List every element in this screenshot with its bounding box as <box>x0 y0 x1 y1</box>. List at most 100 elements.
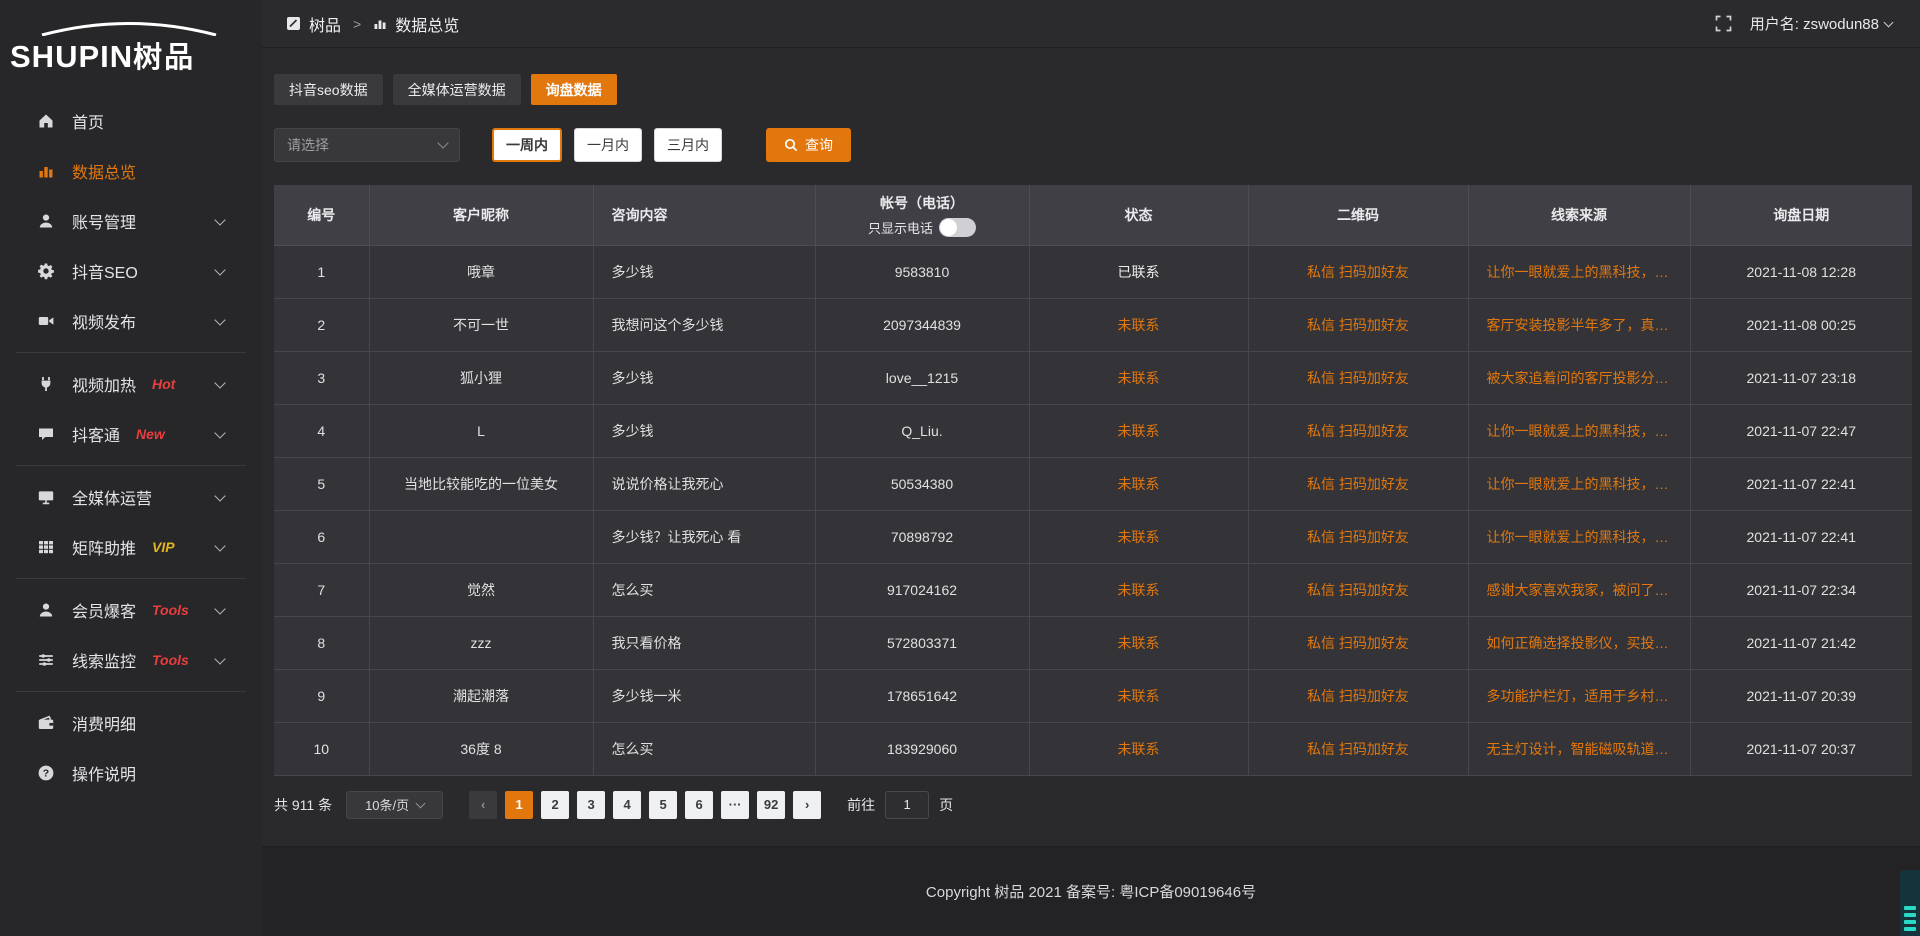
prev-page-button[interactable]: ‹ <box>469 791 497 819</box>
table-row: 4 L 多少钱 Q_Liu. 未联系 私信 扫码加好友 让你一眼就爱上的黑科技，… <box>274 404 1912 457</box>
page-button-1[interactable]: 1 <box>505 791 533 819</box>
chevron-down-icon <box>437 137 448 148</box>
tab-inquiry-data[interactable]: 询盘数据 <box>531 74 617 105</box>
cell-source-link[interactable]: 如何正确选择投影仪，买投影... <box>1468 616 1690 669</box>
phone-only-toggle[interactable] <box>939 218 976 237</box>
table-row: 5 当地比较能吃的一位美女 说说价格让我死心 50534380 未联系 私信 扫… <box>274 457 1912 510</box>
tab-douyin-seo-data[interactable]: 抖音seo数据 <box>274 74 383 105</box>
col-header-no: 编号 <box>274 185 369 245</box>
content-area: 抖音seo数据 全媒体运营数据 询盘数据 请选择 一周内 一月内 三月内 查询 … <box>262 48 1920 846</box>
vip-badge: VIP <box>152 539 175 555</box>
sidebar-item-omni-media[interactable]: 全媒体运营 <box>0 472 262 522</box>
cell-status: 未联系 <box>1029 457 1248 510</box>
page-button-2[interactable]: 2 <box>541 791 569 819</box>
next-page-button[interactable]: › <box>793 791 821 819</box>
sidebar-item-label: 矩阵助推 <box>72 535 136 559</box>
page-button-6[interactable]: 6 <box>685 791 713 819</box>
floating-widget[interactable] <box>1900 870 1920 936</box>
table-row: 7 觉然 怎么买 917024162 未联系 私信 扫码加好友 感谢大家喜欢我家… <box>274 563 1912 616</box>
sliders-icon <box>36 651 56 669</box>
cell-qrcode-link[interactable]: 私信 扫码加好友 <box>1248 351 1468 404</box>
plug-icon <box>36 375 56 393</box>
filter-select[interactable]: 请选择 <box>274 128 460 162</box>
tab-omni-media-data[interactable]: 全媒体运营数据 <box>393 74 521 105</box>
logo-text-en: SHUPIN <box>10 39 133 74</box>
sidebar-item-video-heating[interactable]: 视频加热 Hot <box>0 359 262 409</box>
page-button-5[interactable]: 5 <box>649 791 677 819</box>
sidebar-item-member-burst[interactable]: 会员爆客 Tools <box>0 585 262 635</box>
page-ellipsis-button[interactable]: ··· <box>721 791 749 819</box>
cell-qrcode-link[interactable]: 私信 扫码加好友 <box>1248 457 1468 510</box>
sidebar-item-account-management[interactable]: 账号管理 <box>0 196 262 246</box>
tools-badge: Tools <box>152 602 189 618</box>
cell-qrcode-link[interactable]: 私信 扫码加好友 <box>1248 404 1468 457</box>
cell-source-link[interactable]: 让你一眼就爱上的黑科技，能... <box>1468 457 1690 510</box>
sidebar-item-data-overview[interactable]: 数据总览 <box>0 146 262 196</box>
cell-nickname: zzz <box>369 616 593 669</box>
chevron-down-icon <box>1884 17 1894 27</box>
app-logo: SHUPIN树品 <box>0 10 262 82</box>
cell-qrcode-link[interactable]: 私信 扫码加好友 <box>1248 616 1468 669</box>
cell-qrcode-link[interactable]: 私信 扫码加好友 <box>1248 669 1468 722</box>
page-button-4[interactable]: 4 <box>613 791 641 819</box>
page-button-92[interactable]: 92 <box>757 791 785 819</box>
cell-date: 2021-11-07 22:41 <box>1690 457 1912 510</box>
col-header-source: 线索来源 <box>1468 185 1690 245</box>
period-quarter-button[interactable]: 三月内 <box>654 128 722 162</box>
filter-select-placeholder: 请选择 <box>287 135 329 155</box>
cell-no: 3 <box>274 351 369 404</box>
sidebar-item-matrix-boost[interactable]: 矩阵助推 VIP <box>0 522 262 572</box>
cell-qrcode-link[interactable]: 私信 扫码加好友 <box>1248 510 1468 563</box>
cell-source-link[interactable]: 让你一眼就爱上的黑科技，能... <box>1468 245 1690 298</box>
cell-no: 1 <box>274 245 369 298</box>
cell-qrcode-link[interactable]: 私信 扫码加好友 <box>1248 722 1468 775</box>
page-size-value: 10条/页 <box>365 795 409 814</box>
cell-qrcode-link[interactable]: 私信 扫码加好友 <box>1248 563 1468 616</box>
col-header-nickname: 客户昵称 <box>369 185 593 245</box>
cell-source-link[interactable]: 无主灯设计，智能磁吸轨道灯... <box>1468 722 1690 775</box>
user-menu[interactable]: 用户名: zswodun88 <box>1750 13 1892 34</box>
cell-source-link[interactable]: 让你一眼就爱上的黑科技，能... <box>1468 404 1690 457</box>
sidebar-item-help[interactable]: ? 操作说明 <box>0 748 262 798</box>
breadcrumb-root[interactable]: 树品 <box>309 12 341 36</box>
page-size-select[interactable]: 10条/页 <box>346 791 443 819</box>
cell-nickname: 36度 8 <box>369 722 593 775</box>
cell-source-link[interactable]: 客厅安装投影半年多了，真实... <box>1468 298 1690 351</box>
sidebar-divider <box>16 578 246 579</box>
sidebar-item-home[interactable]: 首页 <box>0 96 262 146</box>
cell-source-link[interactable]: 多功能护栏灯，适用于乡村文... <box>1468 669 1690 722</box>
cell-source-link[interactable]: 被大家追着问的客厅投影分享... <box>1468 351 1690 404</box>
cell-nickname: 不可一世 <box>369 298 593 351</box>
toggle-knob <box>940 219 957 236</box>
period-week-button[interactable]: 一周内 <box>492 128 562 162</box>
cell-no: 8 <box>274 616 369 669</box>
logo-text-cn: 树品 <box>133 42 195 74</box>
page-button-3[interactable]: 3 <box>577 791 605 819</box>
cell-nickname: 狐小狸 <box>369 351 593 404</box>
username-label: 用户名: zswodun88 <box>1750 13 1879 34</box>
sidebar-item-douyin-seo[interactable]: 抖音SEO <box>0 246 262 296</box>
chevron-down-icon <box>214 490 225 501</box>
sidebar-item-douketong[interactable]: 抖客通 New <box>0 409 262 459</box>
sidebar-item-video-publish[interactable]: 视频发布 <box>0 296 262 346</box>
period-month-button[interactable]: 一月内 <box>574 128 642 162</box>
sidebar-item-consumption-detail[interactable]: 消费明细 <box>0 698 262 748</box>
cell-qrcode-link[interactable]: 私信 扫码加好友 <box>1248 298 1468 351</box>
query-button[interactable]: 查询 <box>766 128 851 162</box>
cell-source-link[interactable]: 让你一眼就爱上的黑科技，能... <box>1468 510 1690 563</box>
table-row: 1 哦章 多少钱 9583810 已联系 私信 扫码加好友 让你一眼就爱上的黑科… <box>274 245 1912 298</box>
cell-content: 多少钱 <box>593 351 815 404</box>
query-button-label: 查询 <box>805 135 833 155</box>
cell-source-link[interactable]: 感谢大家喜欢我家，被问了好... <box>1468 563 1690 616</box>
chat-icon <box>36 425 56 443</box>
copyright-text: Copyright 树品 2021 备案号: 粤ICP备09019646号 <box>926 881 1256 902</box>
goto-page-input[interactable] <box>885 791 929 819</box>
cell-qrcode-link[interactable]: 私信 扫码加好友 <box>1248 245 1468 298</box>
chevron-down-icon <box>214 377 225 388</box>
hot-badge: Hot <box>152 376 175 392</box>
sidebar-item-lead-monitor[interactable]: 线索监控 Tools <box>0 635 262 685</box>
fullscreen-icon[interactable] <box>1715 15 1732 32</box>
new-badge: New <box>136 426 165 442</box>
cell-date: 2021-11-07 20:37 <box>1690 722 1912 775</box>
cell-content: 我想问这个多少钱 <box>593 298 815 351</box>
